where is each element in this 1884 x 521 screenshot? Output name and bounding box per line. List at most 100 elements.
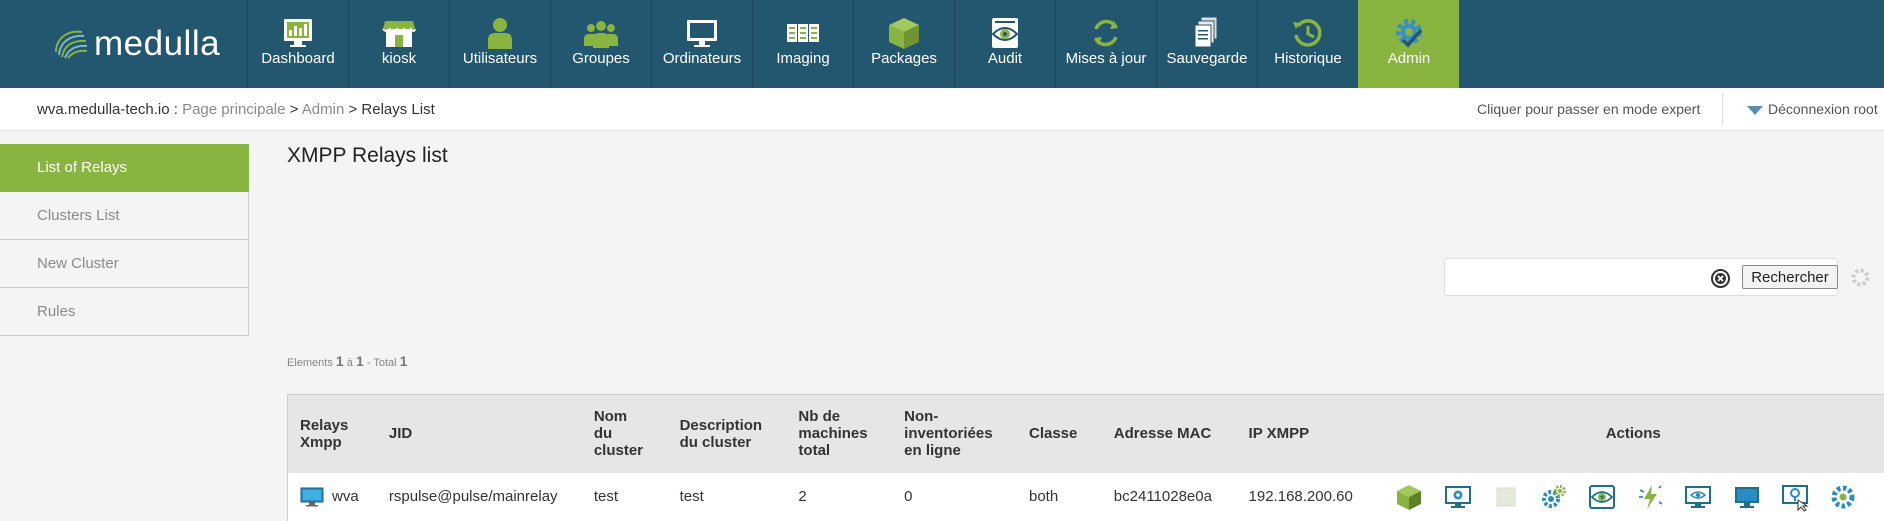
nav-label: Historique bbox=[1274, 50, 1342, 67]
clear-search-icon[interactable] bbox=[1711, 269, 1730, 288]
gear-partial-icon[interactable] bbox=[1828, 482, 1858, 512]
audit-eye-icon[interactable] bbox=[1587, 482, 1617, 512]
remote-desktop-icon[interactable] bbox=[1780, 482, 1810, 512]
relay-name[interactable]: wva bbox=[332, 488, 359, 505]
col-ip: IP XMPP bbox=[1236, 394, 1383, 473]
sidebar-item-clusters-list[interactable]: Clusters List bbox=[0, 192, 249, 240]
nav-audit[interactable]: Audit bbox=[954, 0, 1055, 88]
gears-icon[interactable] bbox=[1539, 482, 1569, 512]
logo-text: medulla bbox=[94, 24, 221, 63]
divider bbox=[1722, 94, 1723, 125]
search-input[interactable] bbox=[1449, 264, 1711, 290]
pagination-info: Elements 1 à 1 - Total 1 bbox=[287, 353, 407, 369]
nav-label: Imaging bbox=[776, 50, 830, 67]
col-jid: JID bbox=[376, 394, 582, 473]
backup-icon bbox=[1194, 16, 1218, 48]
breadcrumb-home-link[interactable]: Page principale bbox=[182, 101, 285, 118]
nav-historique[interactable]: Historique bbox=[1257, 0, 1358, 88]
col-relays-xmpp: Relays Xmpp bbox=[286, 394, 377, 473]
nav-label: Utilisateurs bbox=[462, 50, 538, 67]
nav-label: Packages bbox=[871, 50, 937, 67]
admin-gear-icon bbox=[1396, 19, 1423, 48]
table-header-row: Relays Xmpp JID Nom du cluster Description d… bbox=[286, 394, 1884, 473]
sidebar-item-new-cluster[interactable]: New Cluster bbox=[0, 240, 249, 288]
col-mac: Adresse MAC bbox=[1101, 394, 1237, 473]
cell-relay: wva bbox=[286, 472, 377, 521]
nav-label: Ordinateurs bbox=[662, 50, 742, 67]
expert-mode-link[interactable]: Cliquer pour passer en mode expert bbox=[1477, 101, 1700, 117]
col-cluster-description: Description du cluster bbox=[667, 394, 787, 473]
breadcrumb-separator: > bbox=[344, 101, 362, 118]
page-title: XMPP Relays list bbox=[287, 144, 448, 167]
monitor-settings-icon[interactable] bbox=[1443, 482, 1473, 512]
cell-mac: bc2411028e0a bbox=[1101, 472, 1237, 521]
relays-table: Relays Xmpp JID Nom du cluster Description d… bbox=[286, 394, 1884, 521]
kiosk-icon bbox=[382, 21, 416, 47]
user-icon bbox=[488, 18, 512, 49]
pagination-a: à bbox=[346, 357, 353, 369]
disabled-square-icon[interactable] bbox=[1491, 482, 1521, 512]
group-icon bbox=[584, 21, 618, 48]
medulla-logo-icon bbox=[55, 30, 88, 59]
cell-ip: 192.168.200.60 bbox=[1236, 472, 1383, 521]
monitor-icon[interactable] bbox=[1732, 482, 1762, 512]
nav-sauvegarde[interactable]: Sauvegarde bbox=[1156, 0, 1257, 88]
loading-spinner-icon bbox=[1851, 268, 1870, 287]
imaging-icon bbox=[787, 24, 819, 42]
breadcrumb-admin-link[interactable]: Admin bbox=[302, 101, 345, 118]
nav-admin[interactable]: Admin bbox=[1358, 0, 1459, 88]
search-box: Rechercher bbox=[1444, 258, 1838, 296]
table-row: wva rspulse@pulse/mainrelay test test 2 … bbox=[286, 472, 1884, 521]
dashboard-icon bbox=[284, 19, 312, 47]
nav-kiosk[interactable]: kiosk bbox=[348, 0, 449, 88]
nav-utilisateurs[interactable]: Utilisateurs bbox=[449, 0, 550, 88]
nav-ordinateurs[interactable]: Ordinateurs bbox=[651, 0, 752, 88]
lightning-icon[interactable] bbox=[1635, 482, 1665, 512]
audit-eye-icon bbox=[991, 18, 1019, 48]
sidebar-item-rules[interactable]: Rules bbox=[0, 288, 249, 336]
package-cube-icon[interactable] bbox=[1394, 482, 1424, 512]
cell-classe: both bbox=[1016, 472, 1102, 521]
nav-label: Groupes bbox=[572, 50, 630, 67]
cell-actions bbox=[1382, 472, 1884, 521]
nav-packages[interactable]: Packages bbox=[853, 0, 954, 88]
pagination-from: 1 bbox=[335, 353, 344, 369]
package-icon bbox=[889, 18, 919, 49]
nav-label: Sauvegarde bbox=[1166, 50, 1248, 67]
col-non-inventoried: Non-inventoriées en ligne bbox=[892, 394, 1017, 473]
nav-mises-a-jour[interactable]: Mises à jour bbox=[1055, 0, 1156, 88]
breadcrumb-separator: > bbox=[285, 101, 302, 118]
col-cluster-name: Nom du cluster bbox=[581, 394, 668, 473]
cell-cluster-name: test bbox=[581, 472, 668, 521]
update-icon bbox=[1094, 19, 1118, 47]
cell-cluster-description: test bbox=[667, 472, 787, 521]
breadcrumb: wva.medulla-tech.io : Page principale > … bbox=[37, 101, 435, 118]
nav-label: kiosk bbox=[381, 50, 417, 67]
breadcrumb-current: Relays List bbox=[361, 101, 435, 118]
nav-imaging[interactable]: Imaging bbox=[752, 0, 853, 88]
logout-link[interactable]: Déconnexion root bbox=[1747, 101, 1878, 117]
history-icon bbox=[1293, 19, 1322, 47]
nav-label: Dashboard bbox=[261, 50, 335, 67]
nav-label: Audit bbox=[987, 50, 1023, 67]
pagination-total-label: - Total bbox=[366, 357, 397, 369]
monitor-eye-icon[interactable] bbox=[1683, 482, 1713, 512]
cell-jid: rspulse@pulse/mainrelay bbox=[376, 472, 582, 521]
medulla-logo[interactable]: medulla bbox=[52, 22, 222, 66]
relay-monitor-icon bbox=[300, 487, 324, 507]
logout-label: Déconnexion root bbox=[1768, 101, 1878, 117]
pagination-total: 1 bbox=[399, 353, 408, 369]
nav-label: Mises à jour bbox=[1065, 50, 1147, 67]
col-classe: Classe bbox=[1016, 394, 1102, 473]
main-nav: Dashboard kiosk Utilisateurs Groupes Ord… bbox=[247, 0, 1459, 88]
sidebar-item-list-of-relays[interactable]: List of Relays bbox=[0, 144, 249, 192]
nav-dashboard[interactable]: Dashboard bbox=[247, 0, 348, 88]
sidebar: List of Relays Clusters List New Cluster… bbox=[0, 144, 249, 336]
nav-groupes[interactable]: Groupes bbox=[550, 0, 651, 88]
cell-non-inventoried: 0 bbox=[892, 472, 1017, 521]
caret-down-icon bbox=[1747, 105, 1763, 115]
col-actions: Actions bbox=[1382, 394, 1884, 473]
search-button[interactable]: Rechercher bbox=[1742, 265, 1838, 289]
nav-label: Admin bbox=[1387, 50, 1431, 67]
pagination-to: 1 bbox=[355, 353, 364, 369]
